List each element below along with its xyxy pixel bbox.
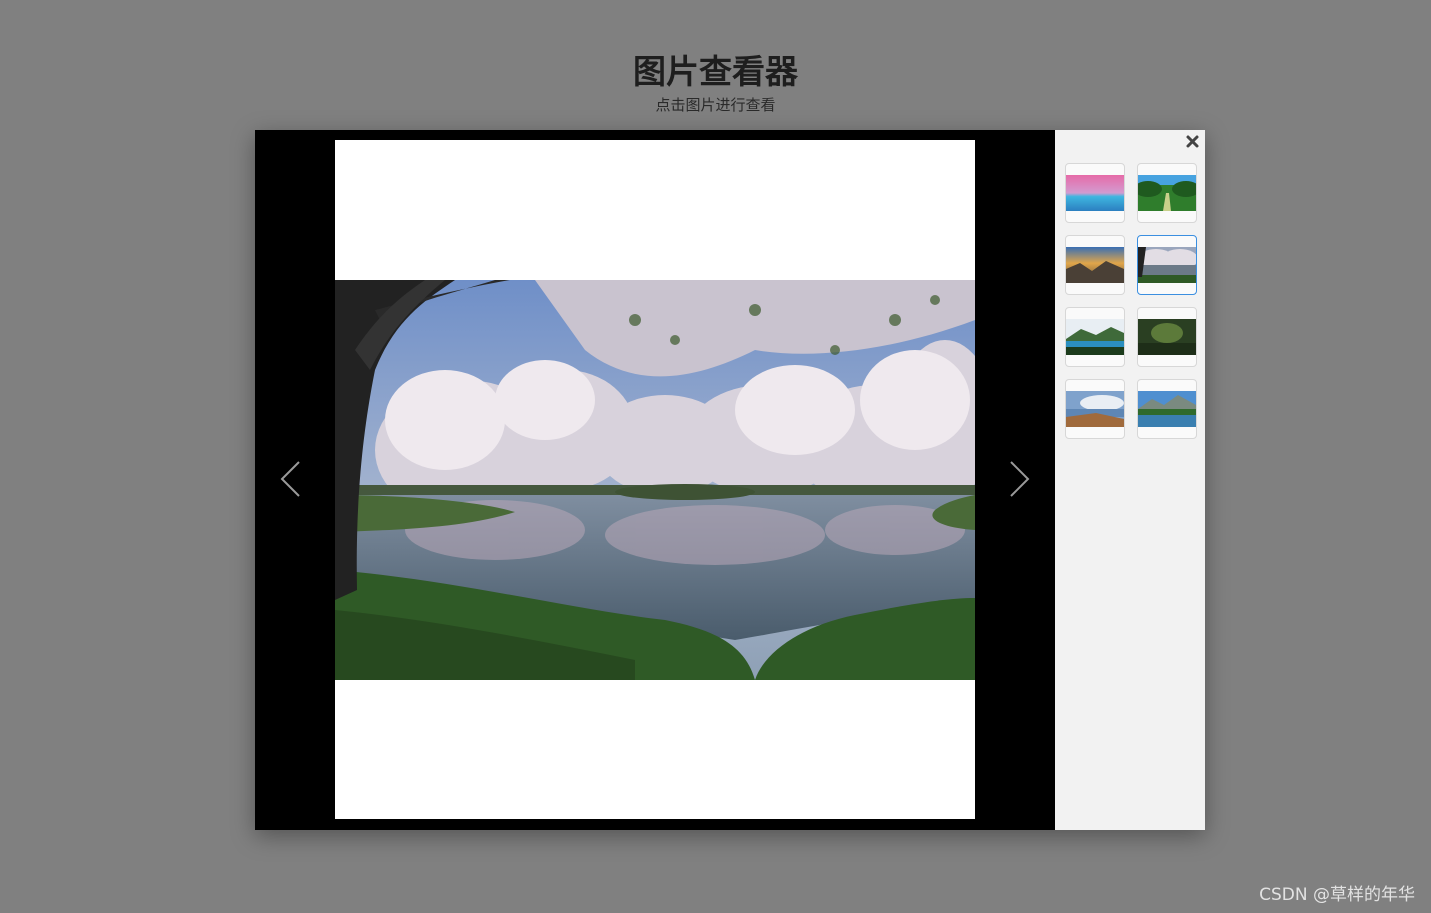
thumbnail-image <box>1066 391 1124 427</box>
thumbnail-8[interactable] <box>1137 379 1197 439</box>
watermark: CSDN @草样的年华 <box>1259 885 1415 905</box>
chevron-right-icon <box>1010 461 1030 497</box>
page-header: 图片查看器 点击图片进行查看 <box>0 48 1431 114</box>
thumbnail-6[interactable] <box>1137 307 1197 367</box>
thumbnail-2[interactable] <box>1137 163 1197 223</box>
close-icon <box>1186 135 1199 148</box>
thumbnail-1[interactable] <box>1065 163 1125 223</box>
main-image <box>335 280 975 680</box>
thumbnail-panel <box>1055 130 1205 830</box>
page-title: 图片查看器 <box>633 52 798 91</box>
thumbnail-image <box>1138 319 1196 355</box>
thumbnail-image <box>1066 247 1124 283</box>
thumbnail-5[interactable] <box>1065 307 1125 367</box>
thumbnail-image <box>1138 391 1196 427</box>
close-button[interactable] <box>1183 132 1203 152</box>
image-viewer <box>255 130 1205 830</box>
prev-button[interactable] <box>265 454 315 504</box>
next-button[interactable] <box>995 454 1045 504</box>
thumbnail-image <box>1066 175 1124 211</box>
thumbnail-image <box>1138 247 1196 283</box>
thumbnail-3[interactable] <box>1065 235 1125 295</box>
page-subtitle: 点击图片进行查看 <box>655 96 776 114</box>
thumbnail-image <box>1066 319 1124 355</box>
thumbnail-4[interactable] <box>1137 235 1197 295</box>
thumbnail-image <box>1138 175 1196 211</box>
thumbnail-7[interactable] <box>1065 379 1125 439</box>
image-stage <box>255 130 1055 830</box>
chevron-left-icon <box>280 461 300 497</box>
image-canvas <box>335 140 975 819</box>
